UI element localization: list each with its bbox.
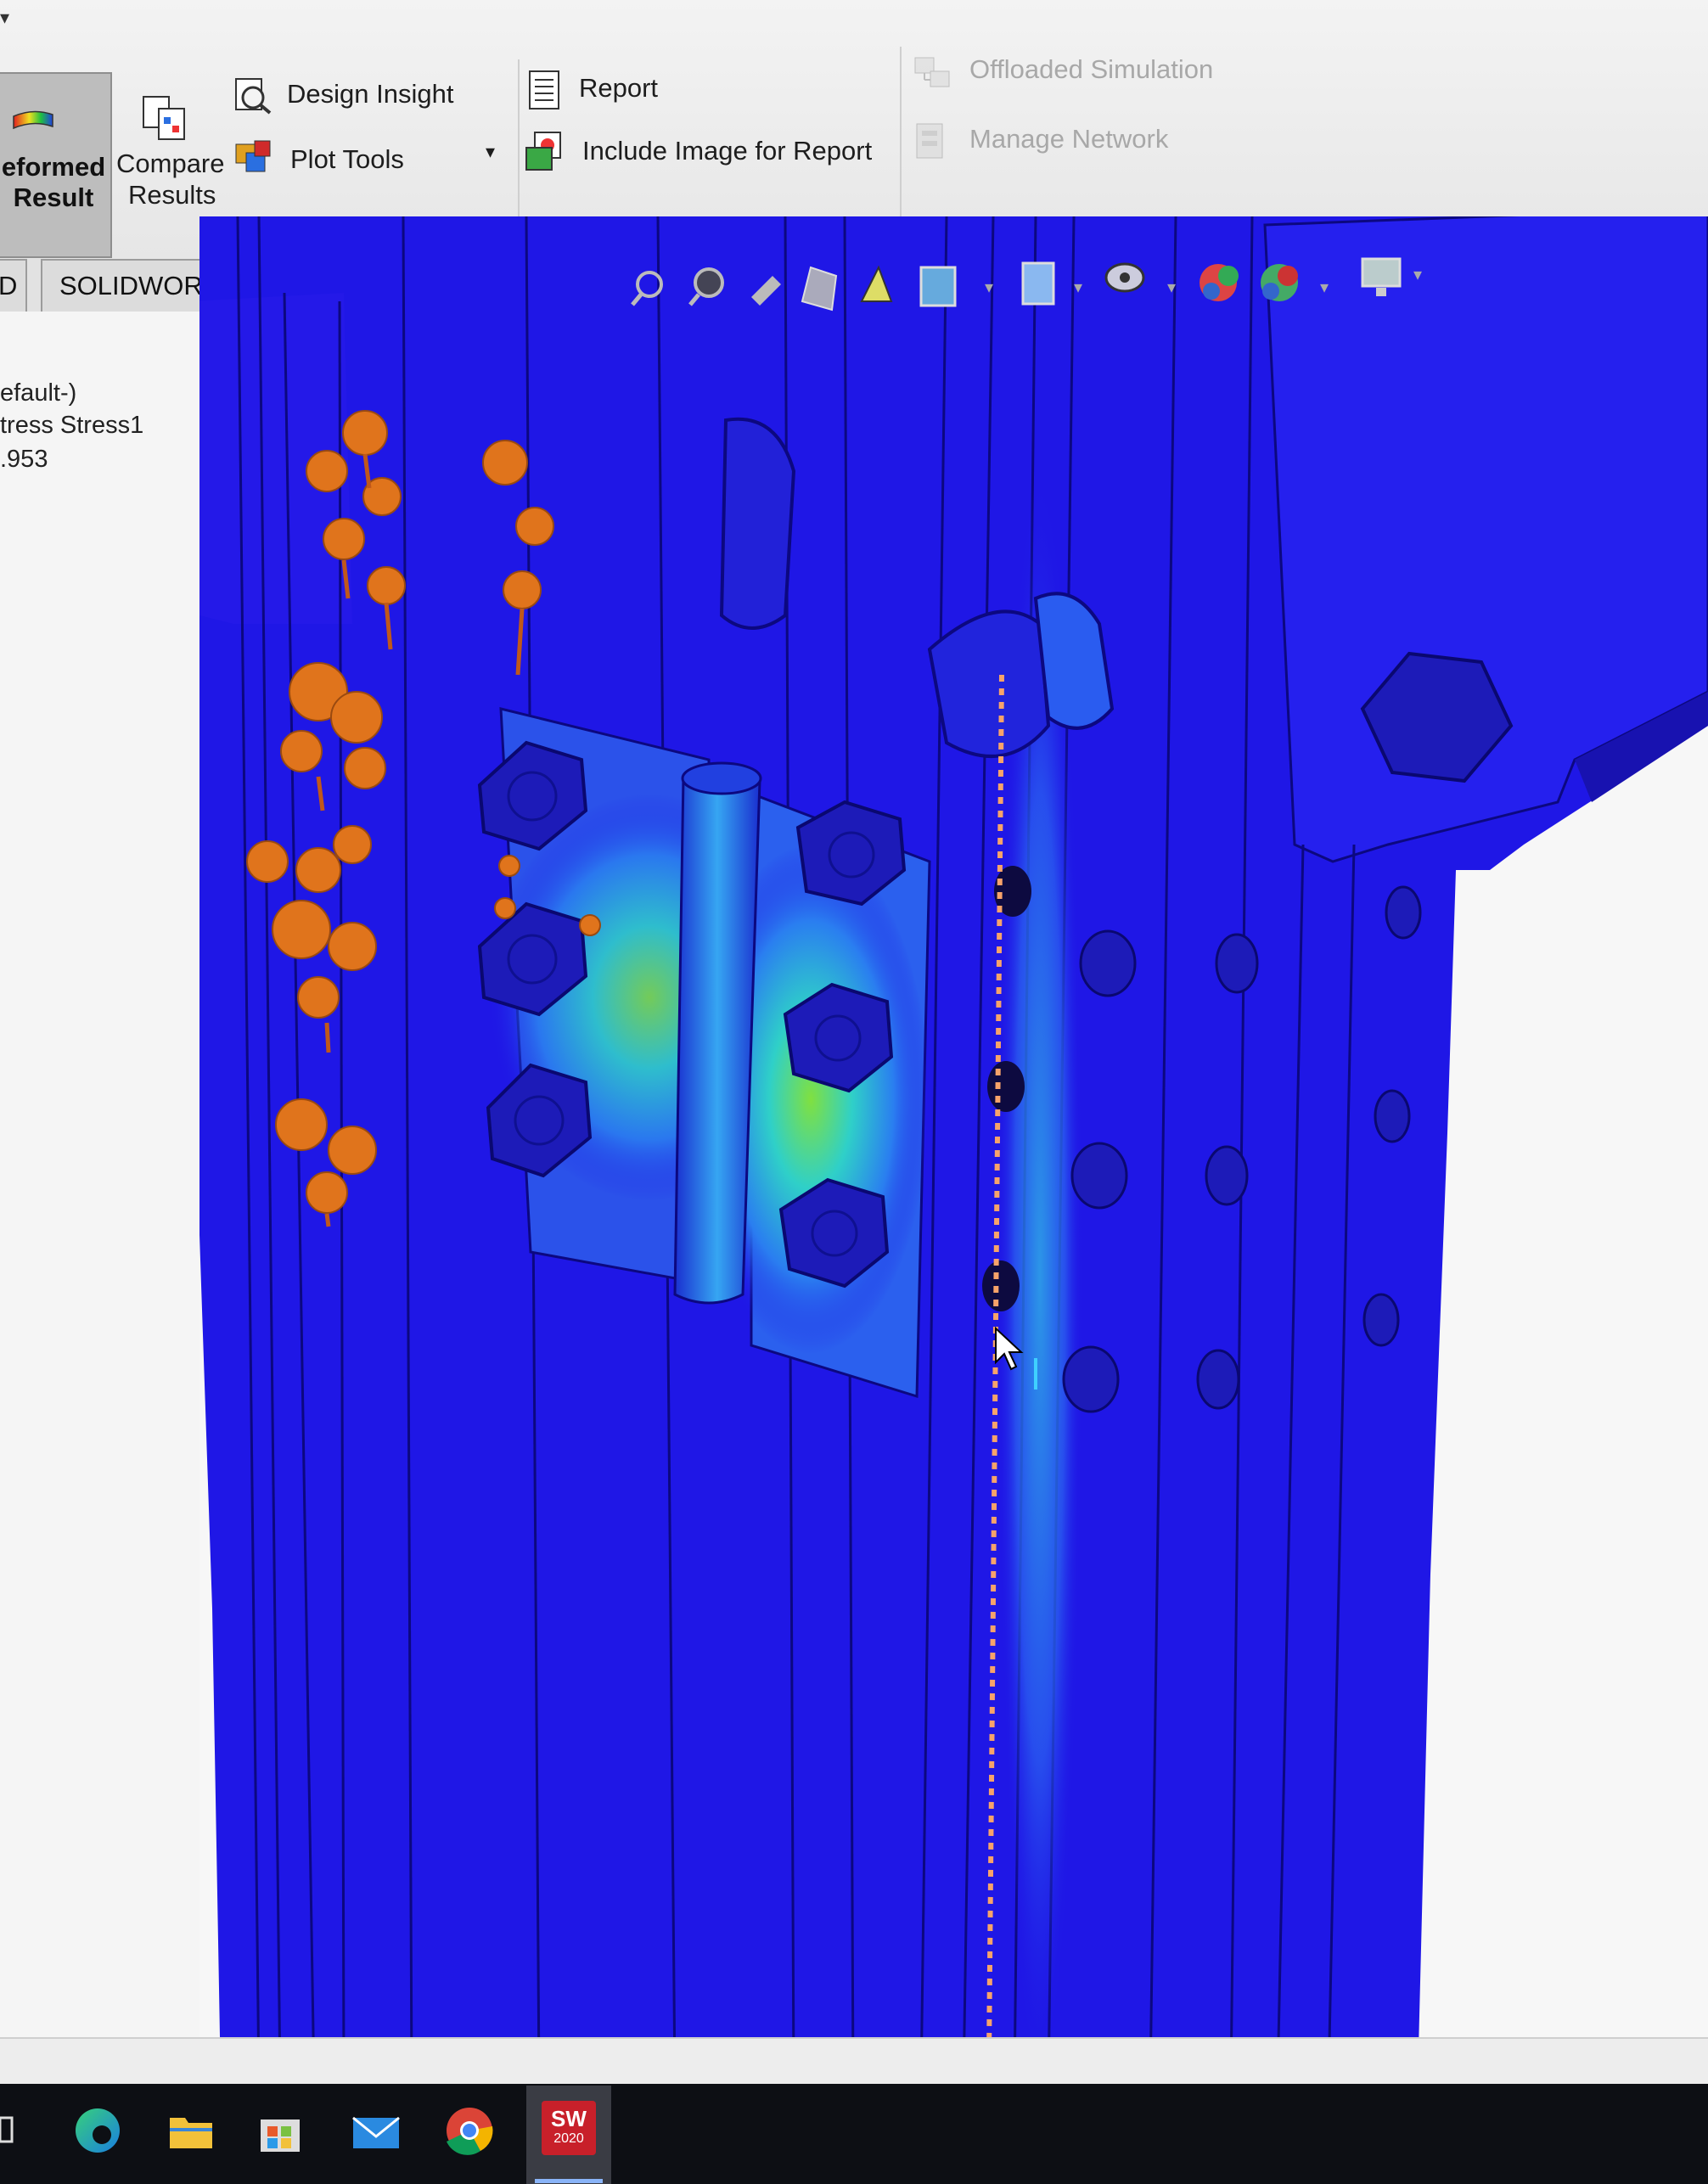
report-button[interactable]: Report xyxy=(520,66,715,114)
svg-text:▾: ▾ xyxy=(1167,278,1176,297)
solidworks-2020-icon: SW 2020 xyxy=(542,2101,596,2155)
mail-icon[interactable] xyxy=(346,2101,406,2160)
file-explorer-icon[interactable] xyxy=(161,2101,221,2160)
deformed-result-button[interactable]: eformed Result xyxy=(0,72,112,258)
solidworks-icon-text: SW xyxy=(551,2106,587,2131)
design-insight-button[interactable]: Design Insight xyxy=(229,72,484,120)
report-icon xyxy=(529,70,559,109)
edge-browser-icon[interactable] xyxy=(68,2101,127,2160)
chrome-browser-icon[interactable] xyxy=(440,2101,499,2160)
tab-previous[interactable]: D xyxy=(0,259,28,312)
plot-tools-label: Plot Tools xyxy=(290,144,404,174)
manage-network-icon xyxy=(916,123,943,159)
view-settings-icon[interactable] xyxy=(1261,264,1298,301)
fea-stress-plot[interactable]: ▾ ▾ ▾ ▾ ▾ xyxy=(199,216,1708,2084)
include-image-label: Include Image for Report xyxy=(582,136,873,166)
include-image-for-report-button[interactable]: Include Image for Report xyxy=(520,129,885,177)
edit-appearance-icon[interactable] xyxy=(1104,262,1145,293)
compare-results-label-2: Results xyxy=(128,180,216,210)
design-insight-label: Design Insight xyxy=(287,79,454,109)
offloaded-simulation-button[interactable]: Offloaded Simulation xyxy=(907,49,1246,97)
svg-text:▾: ▾ xyxy=(985,278,993,297)
compare-results-button[interactable]: Compare Results xyxy=(115,93,225,221)
microsoft-store-icon[interactable] xyxy=(250,2101,310,2160)
design-insight-icon xyxy=(235,78,272,115)
svg-text:▾: ▾ xyxy=(1320,278,1329,297)
plot-tools-dropdown-icon[interactable]: ▾ xyxy=(486,141,495,163)
tree-result-stress-label[interactable]: tress Stress1 xyxy=(0,412,143,440)
tree-config-label[interactable]: efault-) xyxy=(0,379,76,407)
solidworks-icon-year: 2020 xyxy=(553,2131,584,2146)
compare-results-icon xyxy=(143,96,185,140)
deformed-result-label-2: Result xyxy=(13,182,94,212)
svg-text:▾: ▾ xyxy=(1413,266,1422,284)
compare-results-label-1: Compare xyxy=(116,149,225,178)
manage-network-label: Manage Network xyxy=(969,124,1169,154)
dropdown-caret-icon[interactable]: ▾ xyxy=(0,7,9,29)
manage-network-button[interactable]: Manage Network xyxy=(907,117,1246,165)
plot-tools-icon xyxy=(235,140,271,172)
status-bar xyxy=(0,2037,1708,2090)
hide-show-items-icon[interactable] xyxy=(1021,261,1055,306)
graphics-viewport[interactable]: ▾ ▾ ▾ ▾ ▾ xyxy=(199,216,1708,2084)
report-label: Report xyxy=(579,73,659,103)
svg-text:▾: ▾ xyxy=(1074,278,1082,297)
plot-tools-button[interactable]: Plot Tools ▾ xyxy=(229,136,509,183)
deformed-result-icon xyxy=(13,110,53,130)
simulation-study-tree: efault-) tress Stress1 .953 xyxy=(0,312,204,2052)
windows-taskbar: SW 2020 xyxy=(0,2084,1708,2184)
offloaded-simulation-icon xyxy=(914,57,950,87)
offloaded-simulation-label: Offloaded Simulation xyxy=(969,54,1214,84)
display-style-icon[interactable] xyxy=(919,266,957,307)
include-image-icon xyxy=(525,132,561,171)
deformed-result-label-1: eformed xyxy=(1,152,106,182)
tree-result-value: .953 xyxy=(0,446,48,473)
task-view-icon[interactable] xyxy=(0,2101,59,2160)
solidworks-taskbar-button[interactable]: SW 2020 xyxy=(526,2086,611,2184)
